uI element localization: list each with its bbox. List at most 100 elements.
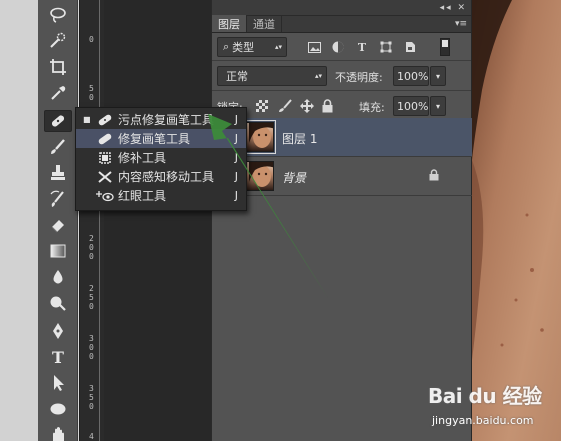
quick-selection-tool-icon[interactable]	[44, 30, 72, 52]
dodge-tool-icon[interactable]	[44, 292, 72, 314]
type-tool-glyph: T	[52, 347, 64, 367]
panel-menu-icon[interactable]: ▾≡	[455, 19, 467, 29]
tab-layers[interactable]: 图层	[212, 15, 247, 32]
blend-opacity-row: 正常 ▴▾ 不透明度: 100% ▾	[212, 61, 471, 91]
history-brush-tool-icon[interactable]	[44, 188, 72, 210]
brush-tool-icon[interactable]	[44, 136, 72, 158]
updown-arrows-icon: ▴▾	[274, 43, 282, 51]
watermark-sub-text: jingyan.baidu.com	[432, 414, 534, 427]
blur-tool-icon[interactable]	[44, 266, 72, 288]
filter-kind-select[interactable]: ⌕ 类型 ▴▾	[217, 37, 287, 57]
opacity-value: 100%	[397, 69, 429, 83]
lasso-tool-icon[interactable]	[44, 4, 72, 26]
ruler-tick-label: 0	[89, 302, 94, 311]
search-icon: ⌕	[223, 40, 230, 53]
layer-name: 背景	[282, 171, 307, 185]
updown-arrows-icon: ▴▾	[314, 72, 322, 80]
type-filter-icon[interactable]: T	[355, 41, 369, 54]
ruler-tick-label: 5	[89, 293, 94, 302]
gradient-tool-icon[interactable]	[44, 240, 72, 262]
menu-item-label: 内容感知移动工具	[118, 170, 215, 184]
path-selection-tool-icon[interactable]	[44, 372, 72, 394]
red-eye-icon	[96, 188, 114, 204]
watermark-main-text: Bai du 经验	[428, 384, 542, 408]
spot-healing-brush-tool-icon[interactable]	[44, 110, 72, 132]
panel-header-bar: ◂◂ ✕	[212, 0, 471, 16]
opacity-label: 不透明度:	[335, 71, 383, 84]
menu-item-red-eye[interactable]: 红眼工具 J	[76, 186, 246, 205]
layer-thumbnail	[246, 161, 274, 191]
panel-tab-row: 图层 通道 ▾≡	[212, 15, 471, 33]
pen-tool-icon[interactable]	[44, 320, 72, 342]
ruler-guide-line	[99, 0, 100, 441]
adjustment-filter-icon[interactable]	[331, 41, 345, 53]
smart-object-filter-icon[interactable]	[403, 41, 417, 53]
fill-label: 填充:	[359, 101, 385, 114]
photo-canvas[interactable]	[472, 0, 561, 441]
menu-item-content-aware-move[interactable]: 内容感知移动工具 J	[76, 167, 246, 186]
layer-filter-row: ⌕ 类型 ▴▾ T	[212, 33, 471, 61]
menu-item-shortcut: J	[234, 113, 238, 126]
ruler-tick-label: 0	[89, 252, 94, 261]
pixel-filter-icon[interactable]	[307, 41, 321, 53]
layer-name: 图层 1	[282, 132, 318, 146]
filter-kind-value: 类型	[232, 41, 255, 54]
filter-toggle-knob	[442, 40, 448, 47]
lock-position-icon[interactable]	[300, 99, 314, 113]
filter-toggle-switch[interactable]	[440, 38, 450, 56]
layers-list: 图层 1 背景	[212, 118, 472, 196]
opacity-dropdown-button[interactable]: ▾	[430, 66, 446, 86]
ruler-tick-label: 0	[89, 243, 94, 252]
chevron-down-icon: ▾	[435, 71, 440, 81]
layer-thumbnail	[244, 120, 276, 154]
ruler-tick-label: 0	[89, 352, 94, 361]
layer-row-background[interactable]: 背景	[212, 157, 472, 196]
menu-item-healing-brush[interactable]: 修复画笔工具 J	[76, 129, 246, 148]
clone-stamp-tool-icon[interactable]	[44, 162, 72, 184]
menu-item-shortcut: J	[234, 151, 238, 164]
menu-item-shortcut: J	[234, 132, 238, 145]
ruler-tick-label: 4	[89, 432, 94, 441]
baidu-watermark: Bai du 经验 jingyan.baidu.com	[428, 380, 560, 438]
menu-item-label: 红眼工具	[118, 189, 167, 203]
lock-all-icon[interactable]	[322, 99, 333, 113]
eraser-tool-icon[interactable]	[44, 214, 72, 236]
opacity-input[interactable]: 100%	[393, 66, 429, 86]
panel-collapse-close-icons[interactable]: ◂◂ ✕	[440, 3, 467, 13]
fill-value: 100%	[397, 99, 429, 113]
tools-panel: T	[38, 0, 78, 441]
eyedropper-tool-icon[interactable]	[44, 82, 72, 104]
lock-fill-row: 锁定: 填充: 100% ▾	[212, 91, 471, 121]
photo-image	[472, 0, 561, 441]
tab-channels[interactable]: 通道	[247, 15, 282, 32]
hand-tool-icon[interactable]	[44, 424, 72, 441]
ruler-tick-label: 2	[89, 284, 94, 293]
menu-item-patch[interactable]: 修补工具 J	[76, 148, 246, 167]
active-bullet-icon: ■	[83, 115, 91, 124]
lock-image-pixels-icon[interactable]	[278, 99, 292, 113]
ellipse-tool-icon[interactable]	[44, 398, 72, 420]
ruler-tick-label: 0	[89, 402, 94, 411]
ruler-tick-label: 3	[89, 384, 94, 393]
menu-item-label: 修复画笔工具	[118, 132, 191, 146]
lock-icon	[429, 169, 439, 181]
ruler-tick-label: 0	[89, 93, 94, 102]
menu-item-label: 污点修复画笔工具	[118, 113, 215, 127]
patch-icon	[96, 150, 114, 166]
window-background-strip	[0, 0, 38, 441]
blend-mode-value: 正常	[226, 70, 248, 83]
menu-item-shortcut: J	[234, 189, 238, 202]
fill-input[interactable]: 100%	[393, 96, 429, 116]
type-tool-icon[interactable]: T	[44, 346, 72, 368]
ruler-tick-label: 5	[89, 393, 94, 402]
crop-tool-icon[interactable]	[44, 56, 72, 78]
lock-transparent-pixels-icon[interactable]	[256, 100, 268, 112]
layer-row-layer-1[interactable]: 图层 1	[212, 118, 472, 157]
fill-dropdown-button[interactable]: ▾	[430, 96, 446, 116]
shape-filter-icon[interactable]	[379, 41, 393, 53]
menu-item-spot-healing-brush[interactable]: ■ 污点修复画笔工具 J	[76, 110, 246, 129]
healing-brush-icon	[96, 131, 114, 147]
vertical-ruler: 0 5 0 1 0 0 1 5 0 2 0 0 2 5 0 3 0 0 3 5 …	[79, 0, 104, 441]
ruler-tick-label: 2	[89, 234, 94, 243]
blend-mode-select[interactable]: 正常 ▴▾	[217, 66, 327, 86]
